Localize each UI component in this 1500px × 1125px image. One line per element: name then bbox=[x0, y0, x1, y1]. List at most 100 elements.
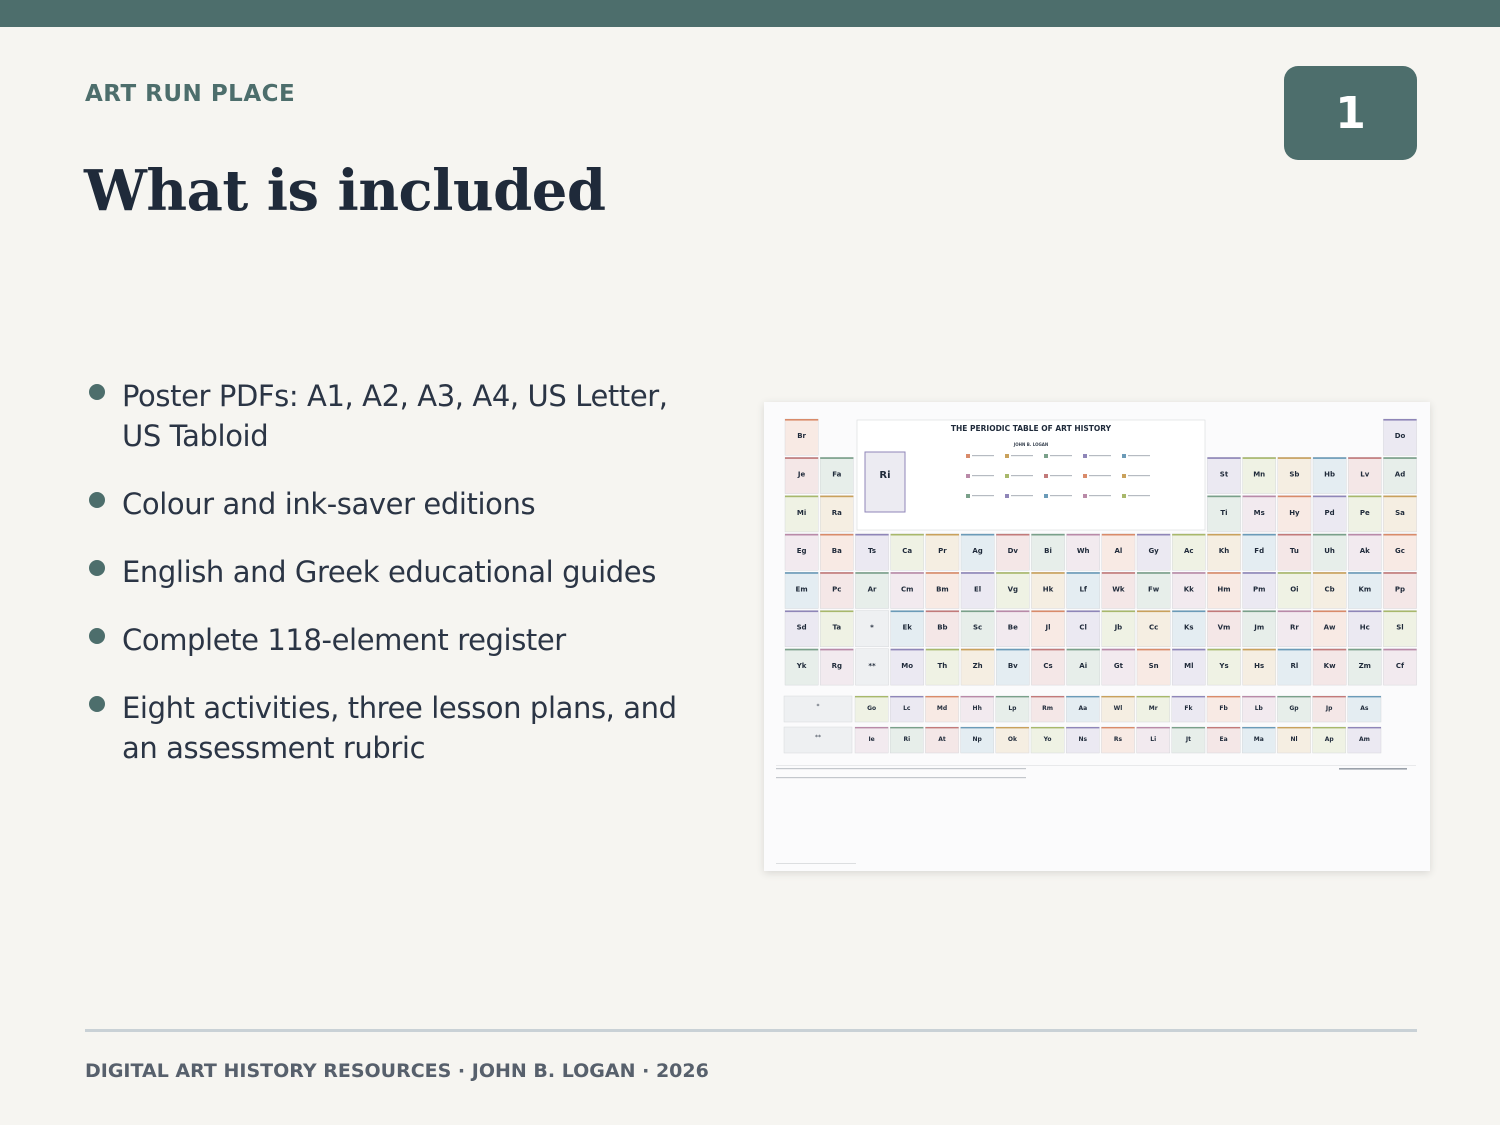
poster-tile-symbol: Zm bbox=[1359, 662, 1371, 670]
bullet-list: Poster PDFs: A1, A2, A3, A4, US Letter, … bbox=[86, 376, 696, 768]
poster-element-tile: Cs bbox=[1031, 648, 1065, 686]
page-title: What is included bbox=[84, 158, 606, 224]
poster-footer-line bbox=[776, 768, 1026, 770]
poster-series-accent bbox=[1171, 727, 1205, 729]
poster-legend-swatch bbox=[966, 454, 970, 458]
poster-tile-accent bbox=[1031, 572, 1065, 574]
poster-series-rows: * Go Lc Md Hh Lp Rm Aa Wl Mr Fk Fb Lb Gp Jp As ** Ie Ri At N… bbox=[783, 695, 1382, 754]
poster-series-symbol: Go bbox=[867, 705, 876, 712]
poster-tile-accent bbox=[961, 572, 995, 574]
poster-series-accent bbox=[1101, 727, 1135, 729]
poster-tile-accent bbox=[890, 572, 924, 574]
poster-tile-accent bbox=[1348, 495, 1382, 498]
poster-tile-symbol: Lf bbox=[1079, 585, 1087, 593]
poster-element-tile: El bbox=[960, 571, 995, 609]
poster-footer-rule bbox=[776, 765, 1416, 766]
poster-series-symbol: Aa bbox=[1078, 705, 1087, 712]
poster-tile-accent bbox=[1101, 648, 1135, 651]
poster-series-symbol: Li bbox=[1150, 736, 1156, 743]
poster-element-tile: Cl bbox=[1066, 610, 1101, 647]
poster-series-accent bbox=[995, 696, 1029, 698]
poster-tile-symbol: Fd bbox=[1254, 547, 1264, 555]
poster-series-symbol: As bbox=[1360, 705, 1369, 712]
poster-series-accent bbox=[1171, 696, 1205, 698]
poster-tile-symbol: Hs bbox=[1254, 662, 1264, 670]
poster-element-tile: Pe bbox=[1348, 495, 1382, 533]
poster-tile-accent bbox=[855, 572, 889, 574]
poster-element-tile: Ml bbox=[1172, 648, 1206, 686]
poster-legend-line bbox=[1128, 475, 1150, 477]
poster-tile-symbol: Ts bbox=[868, 547, 876, 555]
poster-element-tile: Gt bbox=[1101, 648, 1136, 686]
poster-series-symbol: Wl bbox=[1114, 705, 1123, 712]
poster-element-tile: Zm bbox=[1348, 648, 1382, 686]
poster-tile-accent bbox=[1101, 572, 1135, 574]
poster-legend-line bbox=[1089, 495, 1111, 497]
poster-tile-symbol: Pc bbox=[832, 585, 841, 593]
poster-element-tile: Sb bbox=[1277, 457, 1312, 494]
poster-element-tile: Br bbox=[784, 418, 819, 456]
poster-tile-symbol: Ks bbox=[1184, 624, 1194, 632]
poster-tile-accent bbox=[1207, 610, 1241, 613]
poster-tile-symbol: Gt bbox=[1114, 662, 1124, 670]
poster-tile-accent bbox=[1383, 648, 1417, 651]
poster-legend-swatch bbox=[1083, 454, 1087, 458]
poster-tile-accent bbox=[1277, 533, 1311, 536]
poster-series-accent bbox=[1066, 727, 1100, 729]
poster-tile-symbol: Kh bbox=[1219, 547, 1229, 555]
poster-tile-accent bbox=[1277, 610, 1311, 613]
poster-element-tile: Bm bbox=[925, 571, 960, 609]
poster-feature-symbol: Ri bbox=[879, 470, 890, 481]
poster-series-symbol: Lb bbox=[1255, 705, 1264, 712]
poster-element-tile: Mi bbox=[784, 495, 819, 533]
poster-element-tile: Th bbox=[925, 648, 960, 686]
poster-series-symbol: Fk bbox=[1184, 705, 1193, 712]
poster-element-tile: Al bbox=[1101, 533, 1136, 571]
poster-series-symbol: Yo bbox=[1043, 736, 1052, 743]
poster-legend-swatch bbox=[966, 474, 970, 478]
poster-tile-symbol: Hk bbox=[1043, 585, 1054, 593]
poster-tile-accent bbox=[820, 495, 854, 498]
poster-tile-accent bbox=[1137, 572, 1171, 574]
poster-tile-symbol: Uh bbox=[1324, 547, 1335, 555]
poster-tile-symbol: Ag bbox=[972, 547, 982, 555]
poster-element-tile: Tu bbox=[1277, 533, 1312, 571]
poster-element-tile: Jl bbox=[1031, 610, 1065, 647]
poster-element-tile: Hk bbox=[1031, 571, 1065, 609]
poster-element-tile: Pm bbox=[1242, 571, 1277, 609]
poster-tile-accent bbox=[961, 533, 995, 536]
poster-tile-accent bbox=[1383, 610, 1417, 613]
bullet-dot-icon bbox=[89, 628, 105, 644]
poster-element-tile: Eg bbox=[784, 533, 819, 571]
poster-series-accent bbox=[1136, 696, 1170, 698]
poster-tile-accent bbox=[1277, 457, 1311, 459]
poster-element-tile: Ra bbox=[820, 495, 854, 533]
poster-element-tile: Sa bbox=[1383, 495, 1417, 533]
poster-legend-swatch bbox=[1122, 474, 1126, 478]
poster-tile-accent bbox=[925, 648, 959, 651]
poster-series-accent bbox=[1312, 696, 1346, 698]
poster-element-tile: Ta bbox=[820, 610, 854, 647]
poster-legend-line bbox=[1050, 495, 1072, 497]
poster-series-symbol: Lp bbox=[1008, 705, 1017, 712]
poster-element-tile: Jm bbox=[1242, 610, 1277, 647]
poster-series-symbol: At bbox=[938, 736, 946, 743]
poster-element-tile: Je bbox=[784, 457, 819, 494]
poster-tile-symbol: Wk bbox=[1112, 585, 1125, 593]
poster-tile-symbol: Sd bbox=[797, 624, 807, 632]
poster-element-tile: Rg bbox=[820, 648, 854, 686]
poster-tile-accent bbox=[820, 610, 854, 613]
poster-element-tile: Jb bbox=[1101, 610, 1136, 647]
poster-tile-accent bbox=[785, 533, 819, 536]
poster-element-tile: Ai bbox=[1066, 648, 1101, 686]
poster-tile-accent bbox=[1242, 457, 1276, 459]
poster-tile-symbol: Sl bbox=[1396, 624, 1403, 632]
poster-tile-accent bbox=[996, 610, 1030, 613]
poster-tile-accent bbox=[996, 572, 1030, 574]
poster-series-symbol: Gp bbox=[1289, 705, 1299, 712]
poster-series-accent bbox=[1101, 696, 1135, 698]
poster-tile-symbol: Gc bbox=[1395, 547, 1405, 555]
poster-tile-symbol: Ra bbox=[832, 509, 842, 517]
poster-element-tile: Oi bbox=[1277, 571, 1312, 609]
poster-legend-swatch bbox=[1005, 474, 1009, 478]
